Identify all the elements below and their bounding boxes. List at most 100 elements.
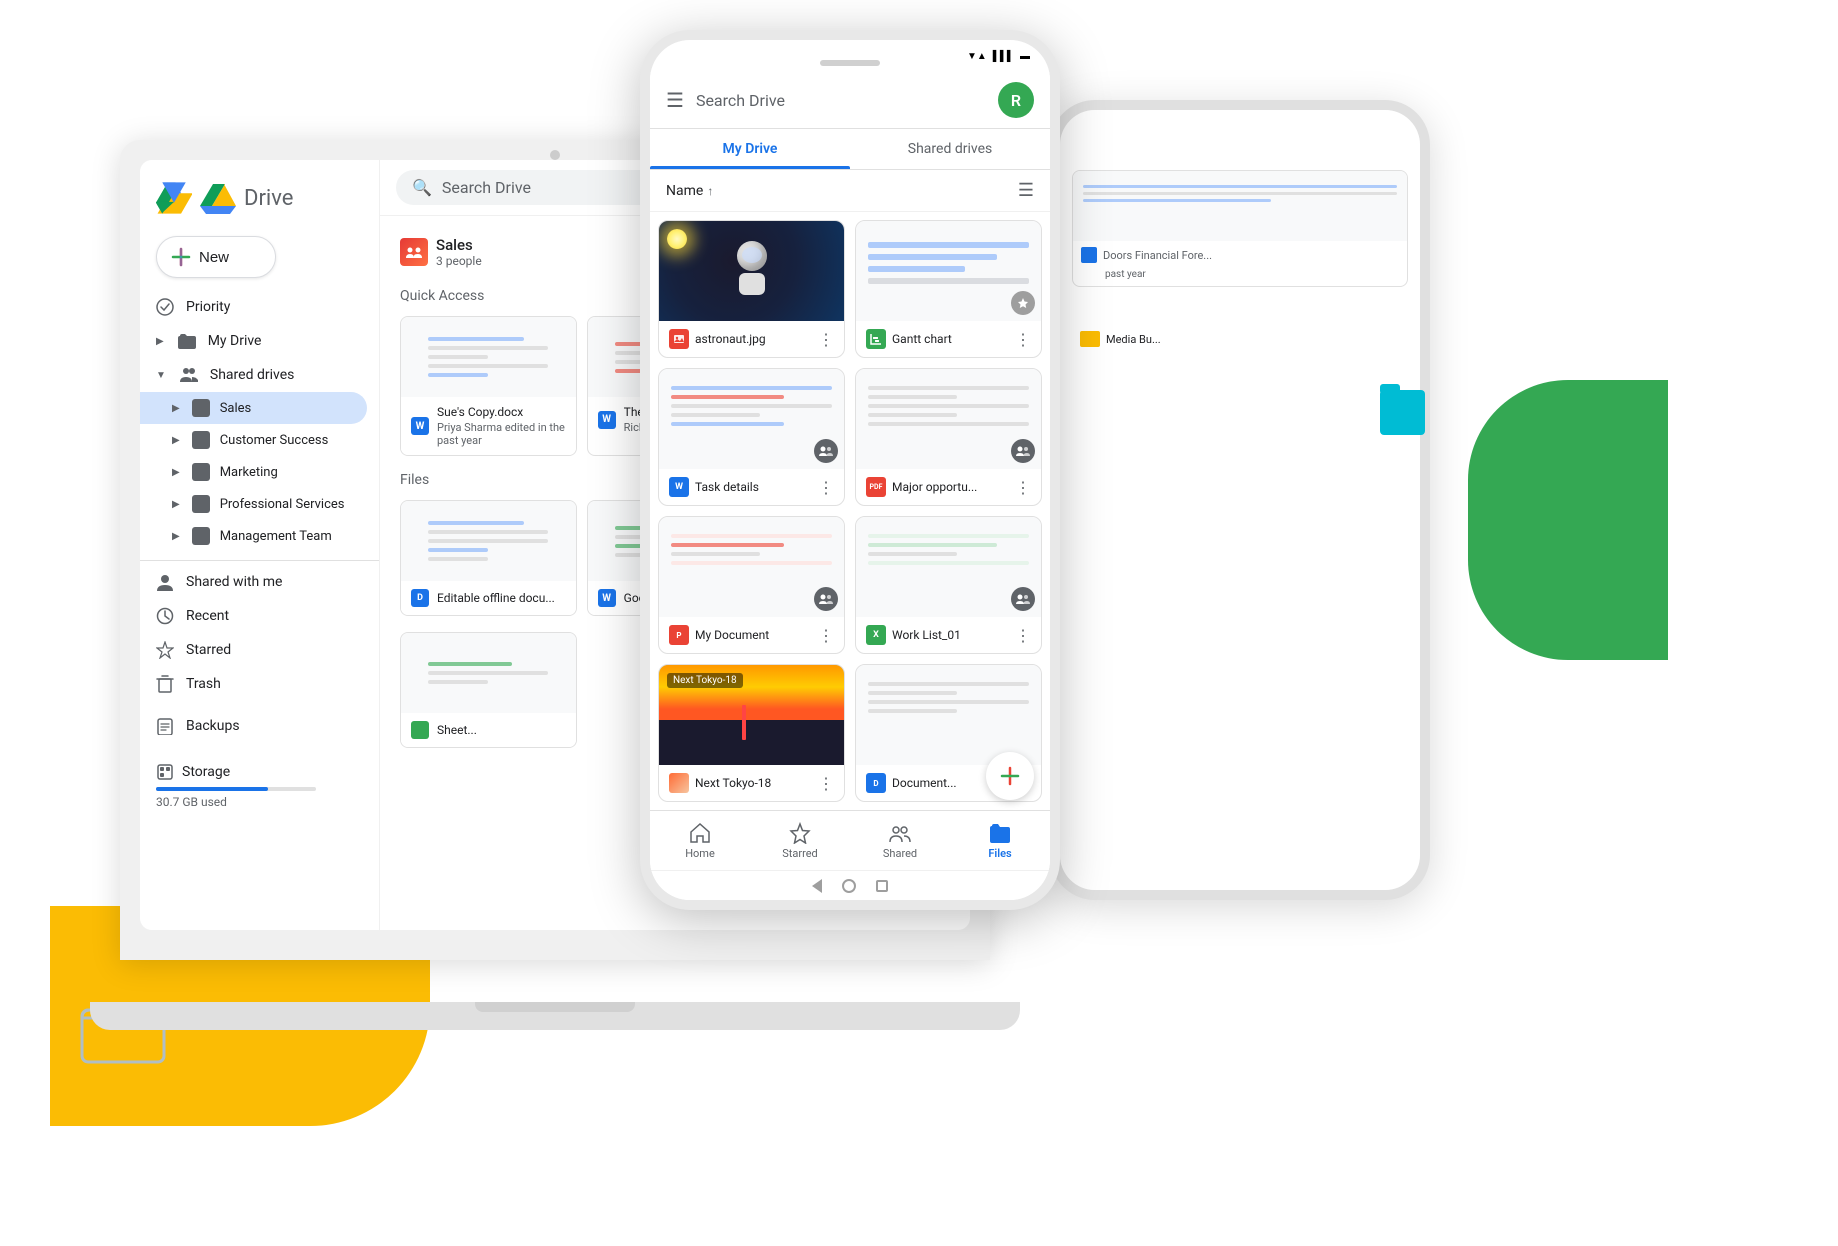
file-card-sues-copy[interactable]: W Sue's Copy.docx Priya Sharma edited in… [400, 316, 577, 456]
tab-shared-drives[interactable]: Shared drives [850, 129, 1050, 169]
sidebar-item-shared-drives[interactable]: ▼ Shared drives [140, 358, 367, 392]
thumb-line [428, 521, 524, 525]
astronaut-footer: astronaut.jpg ⋮ [659, 321, 844, 357]
phone-header: ☰ Search Drive R [650, 72, 1050, 129]
sidebar-storage[interactable]: Storage 30.7 GB used [140, 751, 379, 821]
breadcrumb-title: Sales [436, 236, 482, 254]
editable-thumb [401, 501, 576, 581]
more-icon-tokyo[interactable]: ⋮ [818, 774, 834, 793]
shared-drives-submenu: ▶ Sales ▶ Customer Success ▶ Mark [140, 392, 379, 552]
thumb-line [428, 680, 488, 684]
more-icon-work-list[interactable]: ⋮ [1015, 626, 1031, 645]
major-line [868, 386, 1029, 390]
more-icon-gantt[interactable]: ⋮ [1015, 330, 1031, 349]
users-icon [180, 366, 198, 384]
home-button[interactable] [842, 879, 856, 893]
tokyo-footer: Next Tokyo-18 ⋮ [659, 765, 844, 801]
back-button[interactable] [812, 879, 822, 893]
phone-nav-home[interactable]: Home [650, 822, 750, 860]
expand-icon-mkt: ▶ [172, 467, 180, 478]
phone-file-major-opportu[interactable]: PDF Major opportu... ⋮ [855, 368, 1042, 506]
mydrive-label: My Drive [208, 333, 262, 349]
more-icon-major[interactable]: ⋮ [1015, 478, 1031, 497]
gantt-thumb [856, 221, 1041, 321]
sidebar-sub-sales[interactable]: ▶ Sales [140, 392, 367, 424]
astro-body [739, 273, 765, 295]
bg-thumb-line [1083, 185, 1397, 188]
sidebar-item-backups[interactable]: Backups [140, 709, 367, 743]
sidebar-item-starred[interactable]: Starred [140, 633, 367, 667]
task-line [671, 422, 784, 426]
collapse-icon: ▼ [156, 370, 166, 381]
folder-icon [178, 332, 196, 350]
pdf-icon: PDF [866, 477, 886, 497]
ps-folder-icon [192, 495, 210, 513]
list-view-icon[interactable]: ☰ [1018, 180, 1034, 201]
storage-icon [156, 763, 174, 781]
new-button[interactable]: New [156, 236, 276, 278]
thumb-line [428, 671, 548, 675]
sidebar-item-shared-with-me[interactable]: Shared with me [140, 565, 367, 599]
file-card-info-editable: D Editable offline docu... [401, 581, 576, 615]
shared-icon-3 [819, 592, 833, 606]
phone-search-bar[interactable]: Search Drive [696, 91, 986, 110]
recents-button[interactable] [876, 880, 888, 892]
phone-file-astronaut[interactable]: astronaut.jpg ⋮ [658, 220, 845, 358]
phone-file-work-list[interactable]: X Work List_01 ⋮ [855, 516, 1042, 654]
tokyo-thumb-container: Next Tokyo-18 [659, 665, 844, 765]
phone-files-grid: astronaut.jpg ⋮ [658, 220, 1042, 802]
hamburger-icon[interactable]: ☰ [666, 88, 684, 112]
phone-nav-shared[interactable]: Shared [850, 822, 950, 860]
doc-line [868, 691, 957, 695]
phone-nav-starred[interactable]: Starred [750, 822, 850, 860]
phone-search-text: Search Drive [696, 91, 785, 110]
more-icon-astronaut[interactable]: ⋮ [818, 330, 834, 349]
phone-file-next-tokyo[interactable]: Next Tokyo-18 Next Tokyo-18 ⋮ [658, 664, 845, 802]
sidebar-app-name: Drive [244, 186, 293, 211]
bg-file-footer-1: Doors Financial Fore... [1073, 241, 1407, 269]
sort-label-container[interactable]: Name ↑ [666, 183, 713, 199]
phone-speaker [820, 60, 880, 66]
phone-files: astronaut.jpg ⋮ [650, 212, 1050, 810]
phone-file-my-document[interactable]: P My Document ⋮ [658, 516, 845, 654]
astronaut-name: astronaut.jpg [695, 332, 812, 346]
thumb-line [428, 346, 548, 350]
my-doc-line [671, 552, 760, 556]
expand-icon-ps: ▶ [172, 499, 180, 510]
phone-avatar[interactable]: R [998, 82, 1034, 118]
major-line [868, 395, 957, 399]
file-card-extra[interactable]: Sheet... [400, 632, 577, 748]
gantt-line [868, 254, 997, 260]
more-icon-my-doc[interactable]: ⋮ [818, 626, 834, 645]
work-line [868, 561, 1029, 565]
more-icon-task[interactable]: ⋮ [818, 478, 834, 497]
sidebar-item-trash[interactable]: Trash [140, 667, 367, 701]
sidebar-sub-marketing[interactable]: ▶ Marketing [140, 456, 367, 488]
phone-sort-bar: Name ↑ ☰ [650, 170, 1050, 212]
fab-button[interactable] [986, 752, 1034, 800]
task-name: Task details [695, 480, 812, 494]
sidebar-item-recent[interactable]: Recent [140, 599, 367, 633]
drive-logo-icon [156, 180, 192, 216]
task-line [671, 386, 832, 390]
sidebar-item-priority[interactable]: Priority [140, 290, 367, 324]
sidebar-sub-prof-services[interactable]: ▶ Professional Services [140, 488, 367, 520]
bg-thumb-line [1083, 192, 1397, 195]
sunburst [667, 229, 687, 249]
sidebar-item-mydrive[interactable]: ▶ My Drive [140, 324, 367, 358]
phone-nav-files[interactable]: Files [950, 822, 1050, 860]
sidebar-sub-customer-success[interactable]: ▶ Customer Success [140, 424, 367, 456]
phone-home-bar [650, 870, 1050, 900]
task-footer: W Task details ⋮ [659, 469, 844, 505]
phone-file-task-details[interactable]: W Task details ⋮ [658, 368, 845, 506]
work-line [868, 552, 957, 556]
file-info-text: Sue's Copy.docx Priya Sharma edited in t… [437, 405, 566, 447]
tab-my-drive[interactable]: My Drive [650, 129, 850, 169]
bg-folder-yellow-icon [1080, 331, 1100, 347]
breadcrumb-sub: 3 people [436, 254, 482, 268]
phone-file-gantt[interactable]: Gantt chart ⋮ [855, 220, 1042, 358]
sidebar-sub-mgmt[interactable]: ▶ Management Team [140, 520, 367, 552]
person-icon [156, 573, 174, 591]
file-card-editable[interactable]: D Editable offline docu... [400, 500, 577, 616]
shared-with-me-label: Shared with me [186, 574, 282, 590]
